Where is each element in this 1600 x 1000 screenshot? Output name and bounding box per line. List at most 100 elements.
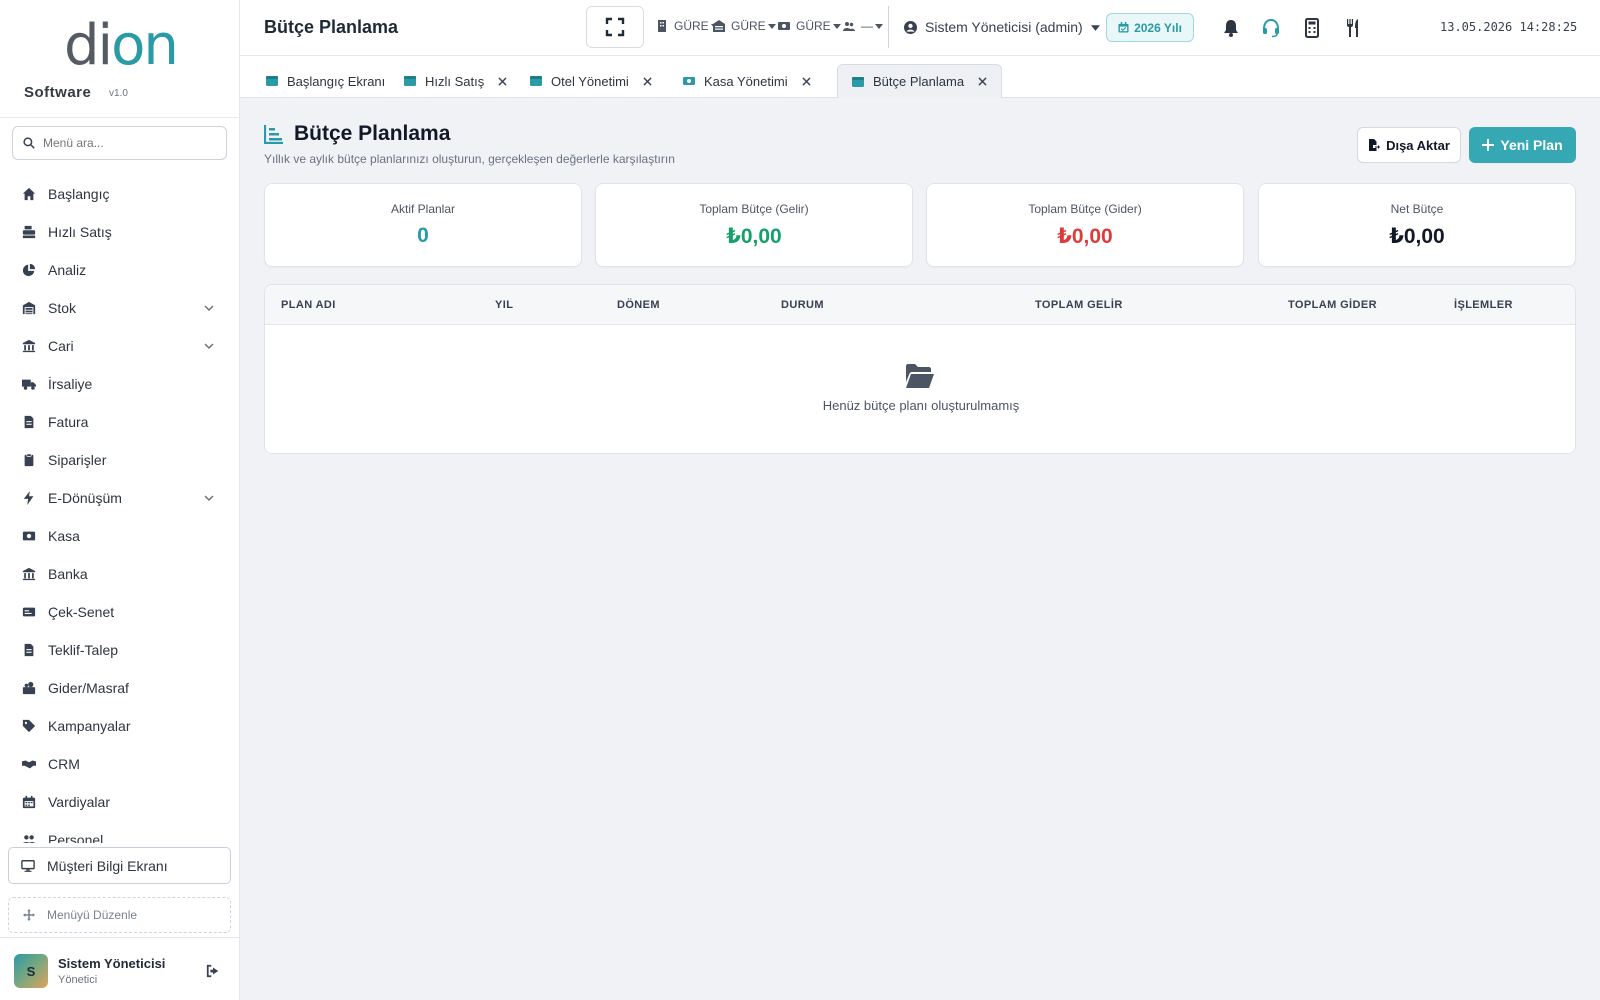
sidebar-item-banka[interactable]: Banka xyxy=(0,555,240,593)
staff-select[interactable]: — xyxy=(843,19,883,33)
column-header-status[interactable]: DURUM xyxy=(781,299,824,311)
column-header-year[interactable]: YIL xyxy=(495,299,513,311)
tab-kasa-yonetimi[interactable]: Kasa Yönetimi xyxy=(669,64,825,98)
sidebar-item-label: Kasa xyxy=(48,528,80,544)
tab-otel-yonetimi[interactable]: Otel Yönetimi xyxy=(516,64,666,98)
register-select[interactable]: GÜRE xyxy=(778,19,841,33)
close-icon[interactable] xyxy=(643,76,652,86)
file-export-icon xyxy=(1369,139,1381,151)
new-plan-button[interactable]: Yeni Plan xyxy=(1469,127,1576,163)
column-header-total-expense[interactable]: TOPLAM GİDER xyxy=(1288,299,1377,311)
window-icon xyxy=(852,76,864,87)
sidebar-item-label: Çek-Senet xyxy=(48,604,115,620)
bank-icon xyxy=(22,567,36,581)
column-header-plan-name[interactable]: PLAN ADI xyxy=(281,299,336,311)
sidebar-item-label: Teklif-Talep xyxy=(48,642,119,658)
year-badge-label: 2026 Yılı xyxy=(1134,20,1182,35)
column-header-period[interactable]: DÖNEM xyxy=(617,299,660,311)
menu-search-input[interactable] xyxy=(43,136,213,150)
top-bar: Bütçe Planlama GÜRE GÜRE GÜRE — Sistem Y… xyxy=(240,0,1600,56)
warehouse-icon xyxy=(22,301,36,315)
close-icon[interactable] xyxy=(978,77,987,86)
stat-value: ₺0,00 xyxy=(1057,225,1113,248)
main-content: Bütçe Planlama Yıllık ve aylık bütçe pla… xyxy=(240,98,1600,1000)
column-header-total-income[interactable]: TOPLAM GELİR xyxy=(1035,299,1123,311)
logo-mark: dion xyxy=(64,13,179,78)
tab-bar: Başlangıç Ekranı Hızlı Satış Otel Yöneti… xyxy=(240,56,1600,98)
sidebar-item-teklif-talep[interactable]: Teklif-Talep xyxy=(0,631,240,669)
cash-icon xyxy=(778,22,790,30)
export-button-label: Dışa Aktar xyxy=(1386,137,1450,153)
user-select[interactable]: Sistem Yöneticisi (admin) xyxy=(904,19,1100,35)
sidebar-item-cek-senet[interactable]: Çek-Senet xyxy=(0,593,240,631)
sidebar-item-kampanyalar[interactable]: Kampanyalar xyxy=(0,707,240,745)
users-icon xyxy=(22,833,36,843)
menu-search[interactable] xyxy=(12,126,227,160)
page-subtitle: Yıllık ve aylık bütçe planlarınızı oluşt… xyxy=(264,152,675,166)
calendar-icon xyxy=(1118,22,1129,33)
utensils-icon[interactable] xyxy=(1343,18,1363,38)
sidebar-item-label: Fatura xyxy=(48,414,89,430)
edit-menu-button[interactable]: Menüyü Düzenle xyxy=(8,897,231,933)
cash-icon xyxy=(683,77,695,85)
stat-value: 0 xyxy=(417,224,429,247)
calendar-icon xyxy=(22,795,36,809)
stat-total-expense: Toplam Bütçe (Gider) ₺0,00 xyxy=(926,183,1244,267)
sidebar-item-personel[interactable]: Personel xyxy=(0,821,240,843)
sidebar-item-baslangic[interactable]: Başlangıç xyxy=(0,175,240,213)
bell-icon[interactable] xyxy=(1221,18,1241,38)
clipboard-icon xyxy=(22,453,36,467)
sidebar-item-irsaliye[interactable]: İrsaliye xyxy=(0,365,240,403)
sidebar-item-cari[interactable]: Cari xyxy=(0,327,240,365)
fullscreen-button[interactable] xyxy=(586,6,644,48)
expense-icon xyxy=(22,681,36,695)
warehouse-select[interactable]: GÜRE xyxy=(713,19,776,33)
page-title: Bütçe Planlama xyxy=(294,122,451,145)
tab-baslangic-ekrani[interactable]: Başlangıç Ekranı xyxy=(252,64,399,98)
sidebar-item-fatura[interactable]: Fatura xyxy=(0,403,240,441)
sidebar-item-label: Hızlı Satış xyxy=(48,224,112,240)
customer-info-screen-button[interactable]: Müşteri Bilgi Ekranı xyxy=(8,847,231,884)
tab-label: Kasa Yönetimi xyxy=(704,73,788,89)
close-icon[interactable] xyxy=(498,76,507,86)
logout-icon[interactable] xyxy=(206,964,220,978)
window-icon xyxy=(404,76,416,86)
window-icon xyxy=(530,76,542,86)
column-header-actions: İŞLEMLER xyxy=(1454,299,1513,311)
sidebar-item-gider-masraf[interactable]: Gider/Masraf xyxy=(0,669,240,707)
year-badge[interactable]: 2026 Yılı xyxy=(1106,13,1194,42)
sidebar-item-label: E-Dönüşüm xyxy=(48,490,122,506)
export-button[interactable]: Dışa Aktar xyxy=(1357,127,1461,163)
brand-name: Software xyxy=(24,84,92,101)
caret-down-icon xyxy=(767,24,776,29)
sidebar-item-crm[interactable]: CRM xyxy=(0,745,240,783)
sidebar-item-stok[interactable]: Stok xyxy=(0,289,240,327)
close-icon[interactable] xyxy=(801,76,811,86)
tab-butce-planlama[interactable]: Bütçe Planlama xyxy=(837,64,1003,98)
headset-icon[interactable] xyxy=(1261,18,1281,38)
branch-select[interactable]: GÜRE xyxy=(656,19,719,33)
table-header: PLAN ADI YIL DÖNEM DURUM TOPLAM GELİR TO… xyxy=(265,285,1575,325)
brand-logo[interactable]: dion Software v1.0 xyxy=(0,0,240,118)
sidebar-item-kasa[interactable]: Kasa xyxy=(0,517,240,555)
sidebar-item-label: Siparişler xyxy=(48,452,107,468)
plus-icon xyxy=(1482,139,1495,151)
user-circle-icon xyxy=(904,20,917,34)
sidebar-item-label: Cari xyxy=(48,338,74,354)
user-role: Yönetici xyxy=(58,974,98,986)
sidebar-item-hizli-satis[interactable]: Hızlı Satış xyxy=(0,213,240,251)
home-icon xyxy=(22,187,36,201)
sidebar-item-siparisler[interactable]: Siparişler xyxy=(0,441,240,479)
sidebar-item-vardiyalar[interactable]: Vardiyalar xyxy=(0,783,240,821)
sidebar-item-label: Vardiyalar xyxy=(48,794,110,810)
stat-label: Net Bütçe xyxy=(1390,202,1444,216)
tab-hizli-satis[interactable]: Hızlı Satış xyxy=(390,64,521,98)
move-icon xyxy=(23,909,35,921)
user-profile[interactable]: S Sistem Yöneticisi Yönetici xyxy=(0,937,240,1000)
sidebar-item-analiz[interactable]: Analiz xyxy=(0,251,240,289)
empty-state-text: Henüz bütçe planı oluşturulmamış xyxy=(822,398,1020,413)
sidebar-item-e-donusum[interactable]: E-Dönüşüm xyxy=(0,479,240,517)
truck-icon xyxy=(22,377,36,391)
edit-menu-label: Menüyü Düzenle xyxy=(47,908,138,922)
calculator-icon[interactable] xyxy=(1302,18,1322,38)
